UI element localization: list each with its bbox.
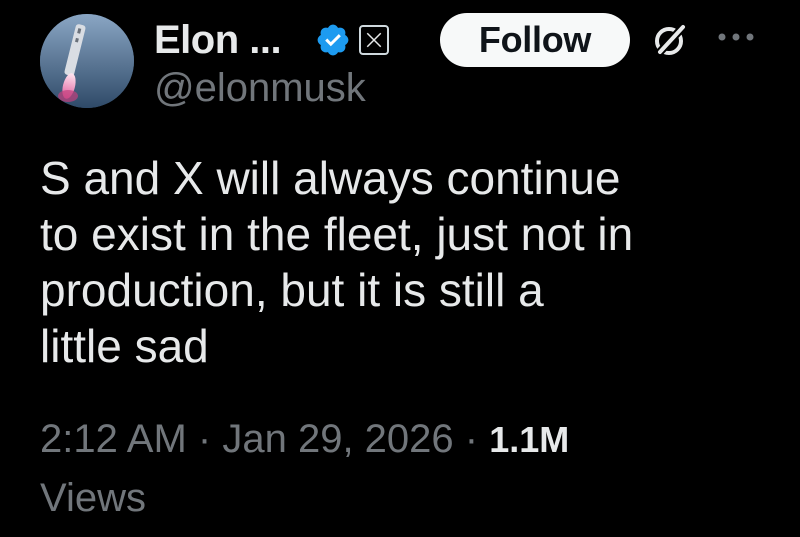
avatar-image (40, 14, 134, 108)
grok-icon[interactable] (650, 20, 690, 60)
user-handle[interactable]: @elonmusk (154, 66, 366, 111)
avatar[interactable] (40, 14, 134, 108)
author-header: Elon ... (154, 12, 390, 68)
tweet-date[interactable]: Jan 29, 2026 (222, 417, 453, 461)
x-logo-icon[interactable] (359, 25, 390, 55)
meta-separator: · (464, 417, 479, 461)
more-options-icon[interactable] (716, 30, 756, 42)
meta-separator: · (197, 417, 212, 461)
display-name[interactable]: Elon ... (154, 18, 282, 63)
tweet-meta: 2:12 AM · Jan 29, 2026 · 1.1M Views (40, 410, 780, 527)
top-strip (0, 0, 800, 6)
tweet-time[interactable]: 2:12 AM (40, 417, 187, 461)
verified-badge-icon[interactable] (315, 22, 351, 58)
follow-button[interactable]: Follow (440, 13, 630, 67)
tweet-text: S and X will always continue to exist in… (40, 152, 634, 372)
views-count[interactable]: 1.1M (489, 419, 569, 460)
views-label[interactable]: Views (40, 476, 146, 520)
